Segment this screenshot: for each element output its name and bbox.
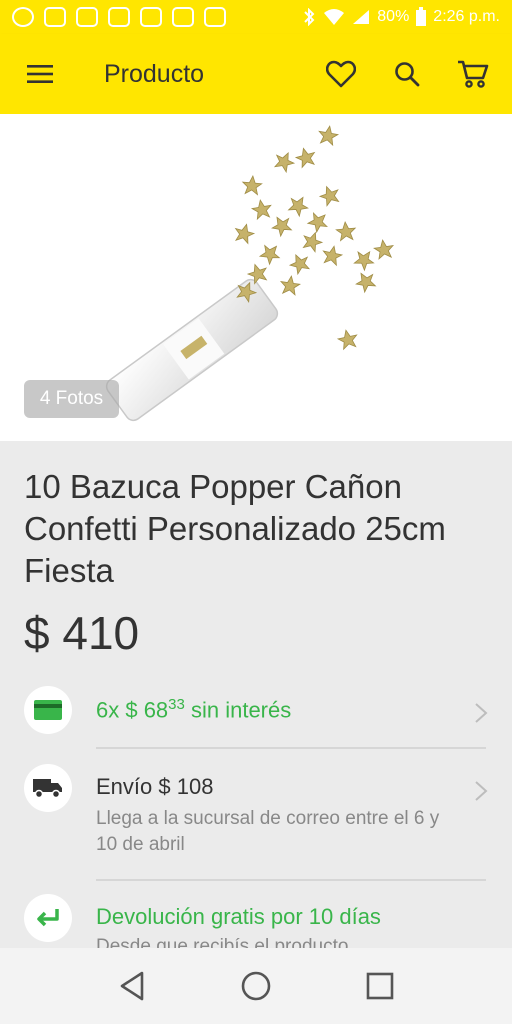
installments-suffix: sin interés (184, 697, 292, 723)
gmail-icon (76, 7, 98, 27)
whatsapp-icon (12, 7, 34, 27)
chevron-right-icon (475, 703, 488, 723)
shipping-row[interactable]: Envío $ 108 Llega a la sucursal de corre… (0, 764, 512, 874)
shipping-cost: Envío $ 108 (96, 774, 214, 799)
cart-icon (458, 60, 489, 88)
gallery-icon (140, 7, 162, 27)
home-circle-icon (241, 971, 271, 1001)
app-notification-icon (204, 7, 226, 27)
bluetooth-icon (304, 8, 315, 26)
divider (96, 747, 486, 749)
photos-count-badge[interactable]: 4 Fotos (24, 380, 119, 418)
wifi-icon (324, 9, 345, 25)
shipping-icon-circle (24, 764, 72, 812)
cart-button[interactable] (440, 34, 506, 114)
page-title: Producto (104, 59, 205, 88)
installments-cents: 33 (168, 696, 185, 713)
signal-icon (353, 10, 370, 24)
messages-icon (108, 7, 130, 27)
divider (96, 879, 486, 881)
shipping-delivery-estimate: Llega a la sucursal de correo entre el 6… (96, 808, 440, 855)
back-button[interactable] (102, 956, 162, 1016)
back-triangle-icon (120, 971, 144, 1001)
credit-card-icon (34, 700, 62, 720)
battery-icon (416, 7, 427, 26)
installments-text: 6x $ 6833 sin interés (96, 696, 291, 723)
returns-label: Devolución gratis por 10 días (96, 904, 381, 929)
installments-row[interactable]: 6x $ 6833 sin interés (0, 686, 512, 746)
favorite-button[interactable] (308, 34, 374, 114)
hamburger-icon (27, 65, 53, 83)
heart-icon (326, 60, 356, 88)
app-header: Producto (0, 34, 512, 114)
product-title: 10 Bazuca Popper Cañon Confetti Personal… (24, 468, 446, 589)
recents-square-icon (366, 972, 394, 1000)
installments-icon-circle (24, 686, 72, 734)
status-bar: 80% 2:26 p.m. (0, 0, 512, 34)
recents-button[interactable] (350, 956, 410, 1016)
return-arrow-icon (37, 909, 59, 927)
menu-button[interactable] (0, 34, 80, 114)
instagram-icon (172, 7, 194, 27)
clock: 2:26 p.m. (433, 8, 500, 25)
chevron-right-icon (475, 781, 488, 801)
search-button[interactable] (374, 34, 440, 114)
system-navigation-bar (0, 948, 512, 1024)
returns-row[interactable]: Devolución gratis por 10 días Desde que … (0, 894, 512, 957)
notification-icons (12, 7, 226, 27)
product-gallery[interactable]: 4 Fotos (0, 114, 512, 441)
product-price: $ 410 (24, 607, 140, 659)
battery-percent: 80% (377, 8, 410, 25)
truck-icon (33, 779, 62, 799)
search-icon (395, 62, 420, 87)
system-status: 80% 2:26 p.m. (301, 7, 500, 27)
returns-icon-circle (24, 894, 72, 942)
installments-prefix: 6x $ 68 (96, 697, 169, 723)
home-button[interactable] (226, 956, 286, 1016)
heart-notification-icon (44, 7, 66, 27)
